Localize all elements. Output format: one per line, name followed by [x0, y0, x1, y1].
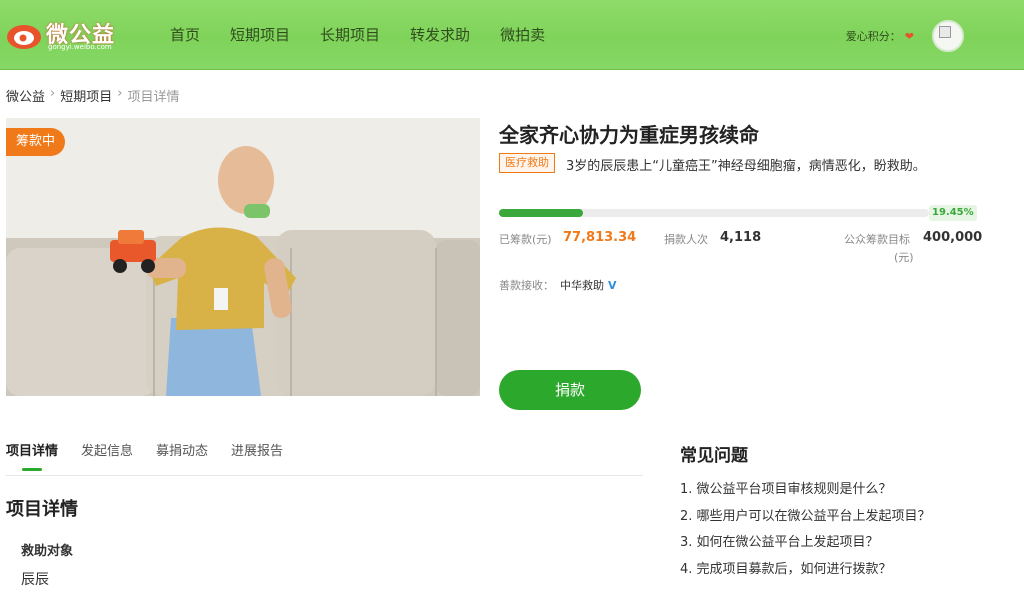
faq-item[interactable]: 3. 如何在微公益平台上发起项目？ [680, 531, 931, 558]
nav-home[interactable]: 首页 [170, 0, 200, 70]
raised-value: 77,813.34 [563, 230, 637, 245]
nav-long-term[interactable]: 长期项目 [320, 0, 380, 70]
tab-project-detail[interactable]: 项目详情 [6, 438, 58, 475]
beneficiary-heading: 救助对象 [21, 544, 74, 559]
donors-value: 4,118 [720, 230, 762, 245]
raised-label: 已筹款(元) [499, 233, 552, 246]
love-points[interactable]: 爱心积分： ❤ [846, 28, 914, 44]
target-label: 公众筹款目标 [844, 233, 910, 246]
target-unit: (元) [894, 251, 914, 264]
user-avatar[interactable] [932, 20, 964, 52]
beneficiary-name: 辰辰 [21, 572, 49, 588]
top-header: 微公益 gongyi.weibo.com 首页 短期项目 长期项目 转发求助 微… [0, 0, 1024, 70]
breadcrumb-current: 项目详情 [127, 90, 180, 105]
receiver-label: 善款接收： [499, 279, 554, 292]
chevron-right-icon: › [117, 86, 123, 101]
category-tag: 医疗救助 [499, 153, 555, 173]
tab-fundraising-news[interactable]: 募捐动态 [156, 438, 208, 475]
child-on-sofa-image [6, 118, 480, 396]
heart-icon: ❤ [904, 30, 914, 43]
receiver-info: 善款接收： 中华救助 V [499, 277, 617, 293]
tab-progress-report[interactable]: 进展报告 [231, 438, 283, 475]
detail-tabs: 项目详情 发起信息 募捐动态 进展报告 [6, 438, 643, 476]
faq-item[interactable]: 4. 完成项目募款后，如何进行拨款？ [680, 558, 931, 585]
status-badge: 筹款中 [6, 128, 66, 156]
progress-fill [499, 209, 583, 217]
faq-item[interactable]: 1. 微公益平台项目审核规则是什么？ [680, 478, 931, 505]
logo-subtext: gongyi.weibo.com [48, 43, 112, 51]
progress-bar [499, 209, 929, 217]
nav-auction[interactable]: 微拍卖 [500, 0, 545, 70]
main-nav: 首页 短期项目 长期项目 转发求助 微拍卖 [170, 0, 575, 70]
breadcrumb-short-term[interactable]: 短期项目 [60, 86, 112, 105]
project-summary: 3岁的辰辰患上“儿童癌王”神经母细胞瘤，病情恶化，盼救助。 [566, 159, 926, 174]
breadcrumb-home[interactable]: 微公益 [6, 86, 45, 105]
chevron-right-icon: › [50, 86, 56, 101]
weibo-gongyi-logo[interactable]: 微公益 gongyi.weibo.com [6, 14, 128, 54]
faq-item[interactable]: 2. 哪些用户可以在微公益平台上发起项目？ [680, 505, 931, 532]
progress-percent: 19.45% [929, 205, 977, 221]
donors-label: 捐款人次 [664, 233, 708, 246]
tab-initiator-info[interactable]: 发起信息 [81, 438, 133, 475]
broken-image-icon [939, 26, 951, 38]
faq-heading: 常见问题 [680, 446, 748, 466]
receiver-org[interactable]: 中华救助 [560, 279, 604, 292]
target-value: 400,000 [923, 230, 983, 245]
nav-forward-help[interactable]: 转发求助 [410, 0, 470, 70]
project-photo: 筹款中 [6, 118, 480, 396]
nav-short-term[interactable]: 短期项目 [230, 0, 290, 70]
verified-v-icon: V [608, 279, 617, 292]
project-title: 全家齐心协力为重症男孩续命 [499, 123, 759, 147]
love-points-label: 爱心积分： [845, 30, 901, 43]
detail-heading: 项目详情 [6, 499, 78, 520]
breadcrumb: 微公益 › 短期项目 › 项目详情 [6, 86, 179, 105]
logo-icon [7, 25, 41, 49]
faq-list: 1. 微公益平台项目审核规则是什么？ 2. 哪些用户可以在微公益平台上发起项目？… [680, 478, 931, 584]
donate-button[interactable]: 捐款 [499, 370, 641, 410]
